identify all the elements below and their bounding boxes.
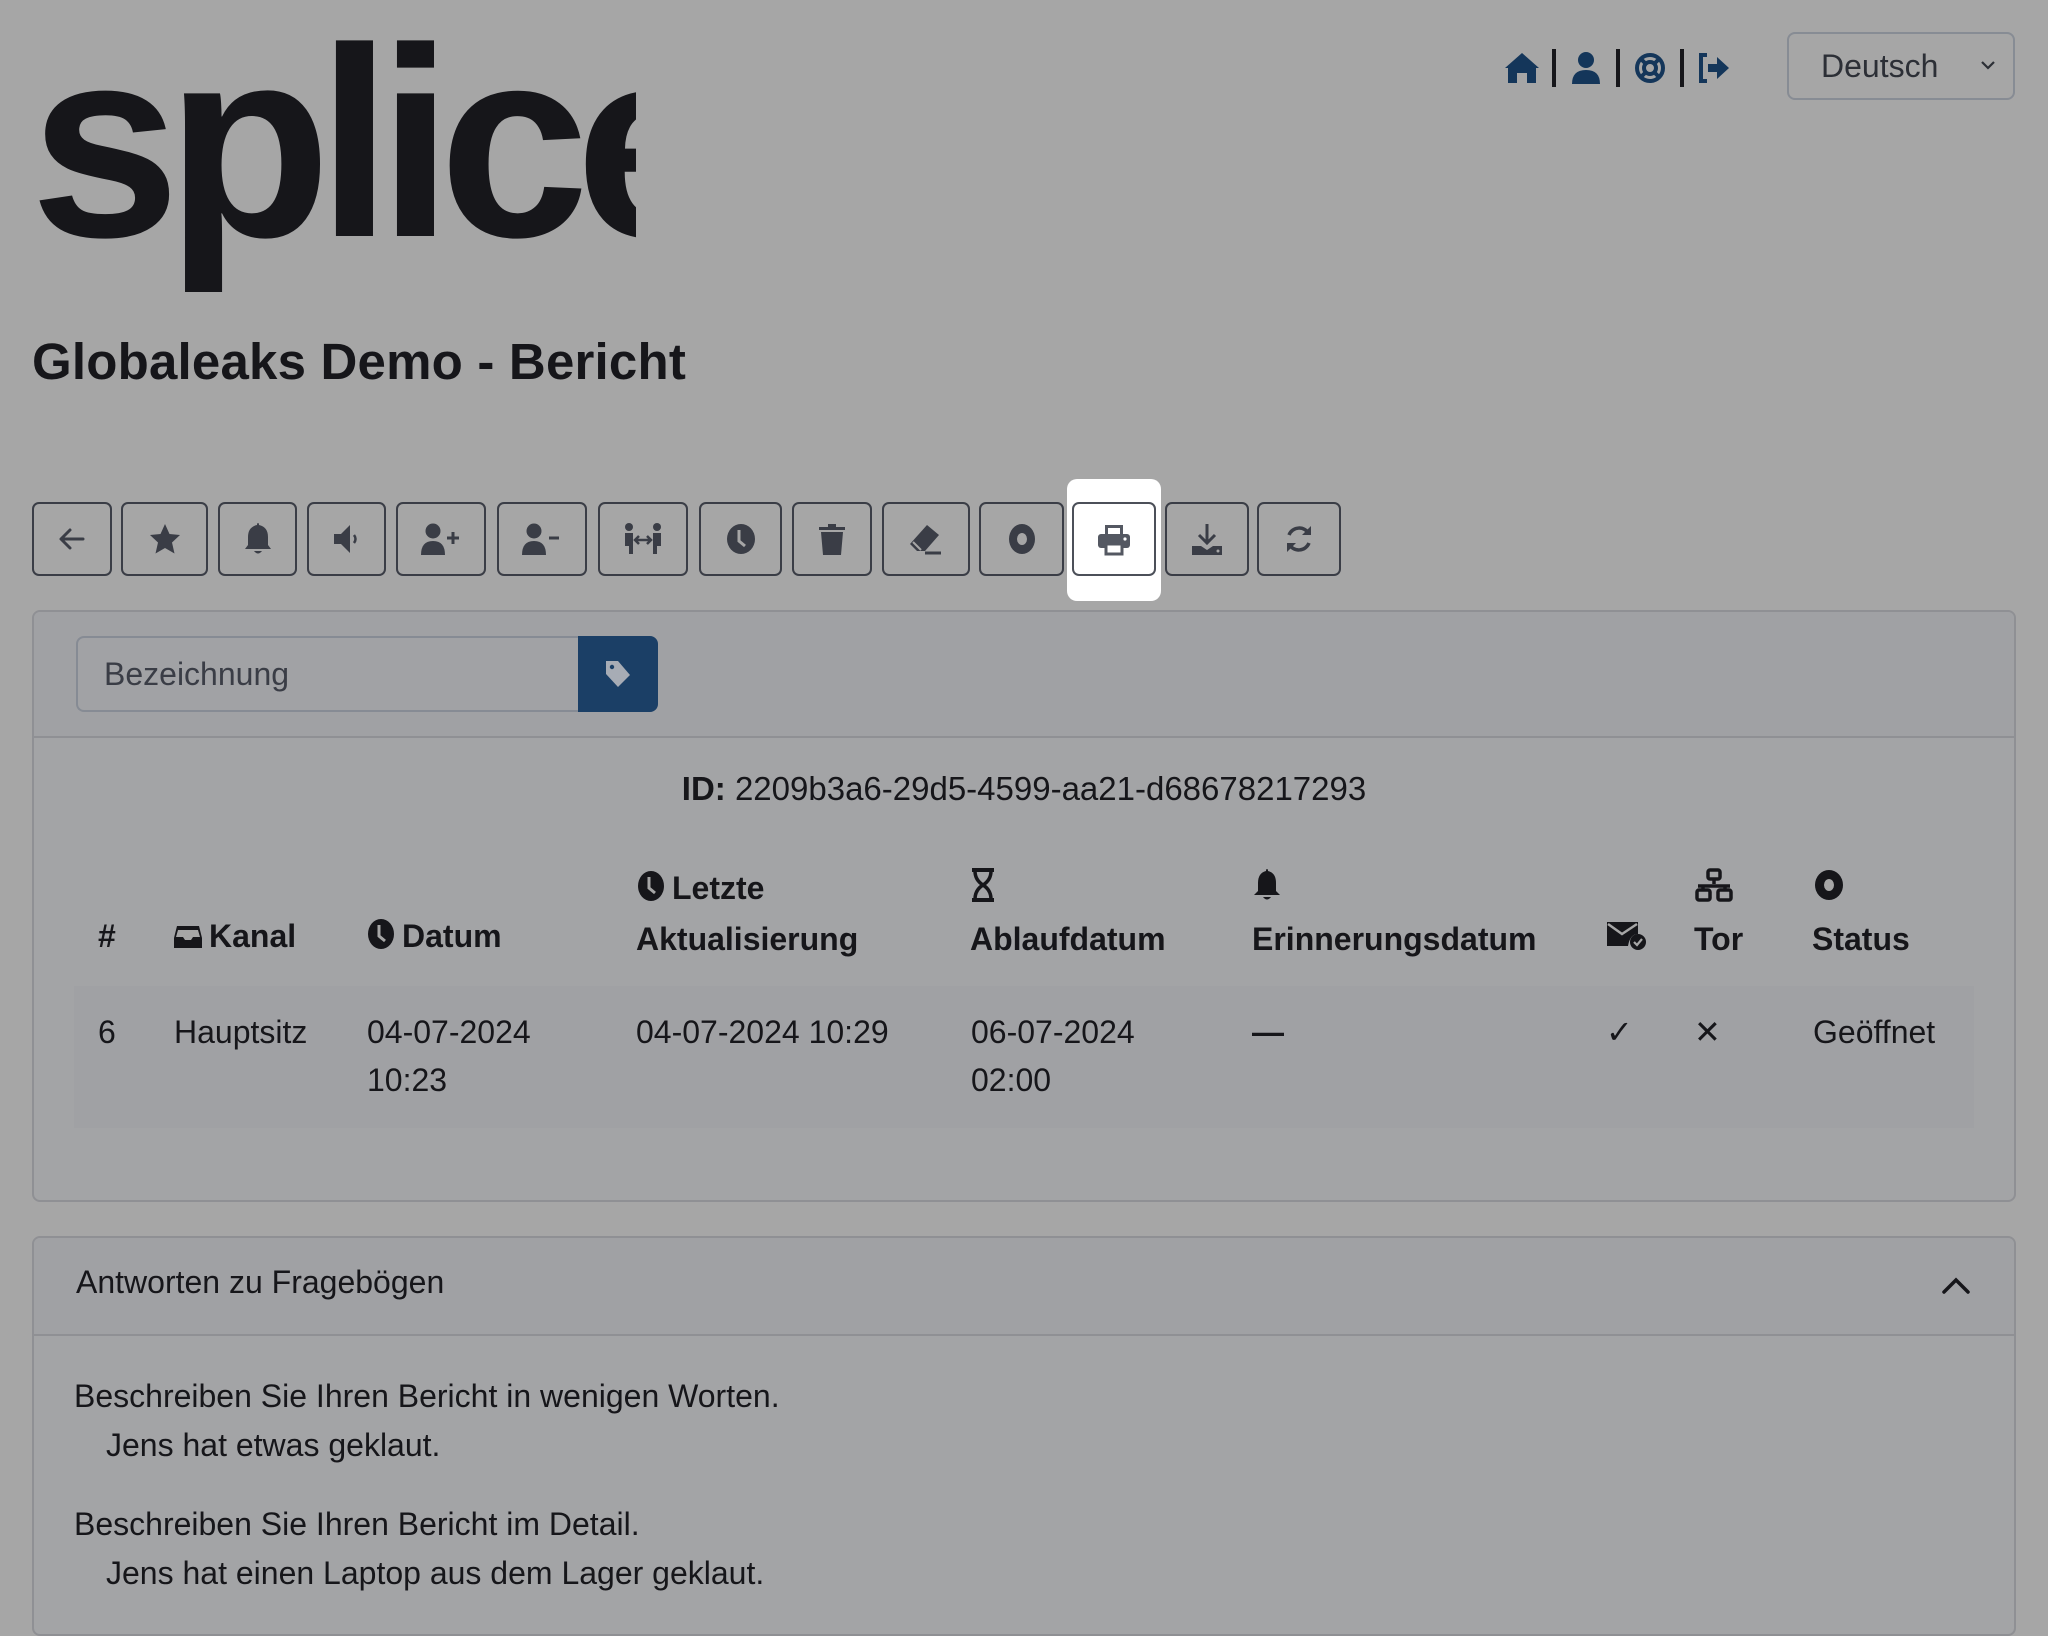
clock-icon [636,867,666,915]
column-status: Status [1812,864,1910,963]
user-plus-icon [421,523,459,555]
trash-icon [819,524,845,555]
envelope-check-icon [1606,915,1648,963]
reminder-button[interactable] [218,502,297,576]
column-last-update-label-2: Aktualisierung [636,920,859,957]
column-reminder: Erinnerungsdatum [1252,864,1536,963]
bell-icon [1252,867,1282,915]
cell-date-time: 10:23 [367,1062,448,1098]
delete-button[interactable] [792,502,872,576]
column-date: Datum [366,912,502,963]
column-tor-label: Tor [1694,920,1744,957]
questionnaire-title: Antworten zu Fragebögen [76,1264,445,1300]
column-notification [1606,912,1654,963]
cell-date-day: 04-07-2024 [367,1014,531,1050]
cell-status: Geöffnet [1813,1014,1936,1050]
column-number: # [98,918,116,954]
print-button[interactable] [1072,502,1156,576]
download-icon [1192,524,1222,555]
report-id-value: 2209b3a6-29d5-4599-aa21-d68678217293 [734,770,1367,807]
network-icon [1694,867,1734,915]
download-button[interactable] [1165,502,1249,576]
status-button[interactable] [979,502,1064,576]
arrow-left-icon [59,528,85,550]
support-icon[interactable] [1630,48,1670,88]
refresh-icon [1287,526,1311,552]
silence-button[interactable] [307,502,386,576]
label-input[interactable] [76,636,580,712]
question-text: Beschreiben Sie Ihren Bericht im Detail. [74,1506,640,1542]
cell-notification-check-icon: ✓ [1606,1014,1633,1050]
column-channel-label: Kanal [209,918,297,954]
language-select[interactable]: Deutsch [1787,32,2015,100]
column-last-update-label-1: Letzte [672,870,765,906]
people-arrows-icon [625,523,661,554]
redact-button[interactable] [882,502,970,576]
column-expiration-label: Ablaufdatum [970,920,1166,957]
cell-last-update: 04-07-2024 10:29 [636,1014,889,1050]
report-id: ID: 2209b3a6-29d5-4599-aa21-d68678217293 [0,770,2048,808]
print-icon [1098,525,1130,556]
hourglass-icon [970,867,996,915]
eraser-icon [910,525,941,555]
cell-date: 04-07-2024 10:23 [367,1008,531,1104]
splice-logo[interactable]: splice [30,30,636,298]
circle-dot-icon [1008,524,1035,554]
star-icon [149,524,180,554]
reload-button[interactable] [1257,502,1341,576]
revoke-access-button[interactable] [497,502,587,576]
back-button[interactable] [32,502,112,576]
page-title: Globaleaks Demo - Bericht [32,333,687,390]
chevron-up-icon[interactable] [1938,1268,1974,1304]
grant-access-button[interactable] [396,502,486,576]
column-status-label: Status [1812,920,1910,957]
bell-icon [244,523,271,554]
nav-separator [1680,49,1684,87]
tag-icon [606,661,630,687]
cell-reminder: — [1252,1014,1284,1050]
volume-icon [333,525,357,553]
column-channel: Kanal [173,912,296,963]
home-icon[interactable] [1502,48,1542,88]
label-header [34,612,2014,738]
column-date-label: Datum [402,918,502,954]
cell-tor-cross-icon: ✕ [1694,1014,1721,1050]
column-tor: Tor [1694,864,1743,963]
circle-dot-icon [1812,867,1846,915]
cell-number: 6 [98,1014,116,1050]
cell-expiration-day: 06-07-2024 [971,1014,1135,1050]
top-navigation [1502,48,1734,88]
transfer-button[interactable] [598,502,688,576]
clock-icon [726,524,755,554]
chevron-down-icon [1981,61,1995,70]
user-minus-icon [522,523,559,555]
logout-icon[interactable] [1694,48,1734,88]
question-text: Beschreiben Sie Ihren Bericht in wenigen… [74,1378,780,1414]
logo-text: splice [30,30,636,295]
apply-label-button[interactable] [578,636,658,712]
column-last-update: Letzte Aktualisierung [636,864,858,963]
inbox-icon [173,915,203,963]
nav-separator [1552,49,1556,87]
report-id-label: ID: [681,770,726,807]
answer-text: Jens hat einen Laptop aus dem Lager gekl… [106,1555,765,1591]
column-expiration: Ablaufdatum [970,864,1166,963]
clock-icon [366,915,396,963]
postpone-button[interactable] [699,502,782,576]
cell-channel: Hauptsitz [174,1014,308,1050]
answer-text: Jens hat etwas geklaut. [106,1427,441,1463]
column-reminder-label: Erinnerungsdatum [1252,920,1537,957]
nav-separator [1616,49,1620,87]
cell-expiration-time: 02:00 [971,1062,1052,1098]
language-selected: Deutsch [1821,47,1939,84]
user-icon[interactable] [1566,48,1606,88]
questionnaire-header[interactable]: Antworten zu Fragebögen [34,1238,2014,1336]
important-button[interactable] [121,502,208,576]
cell-expiration: 06-07-2024 02:00 [971,1008,1135,1104]
